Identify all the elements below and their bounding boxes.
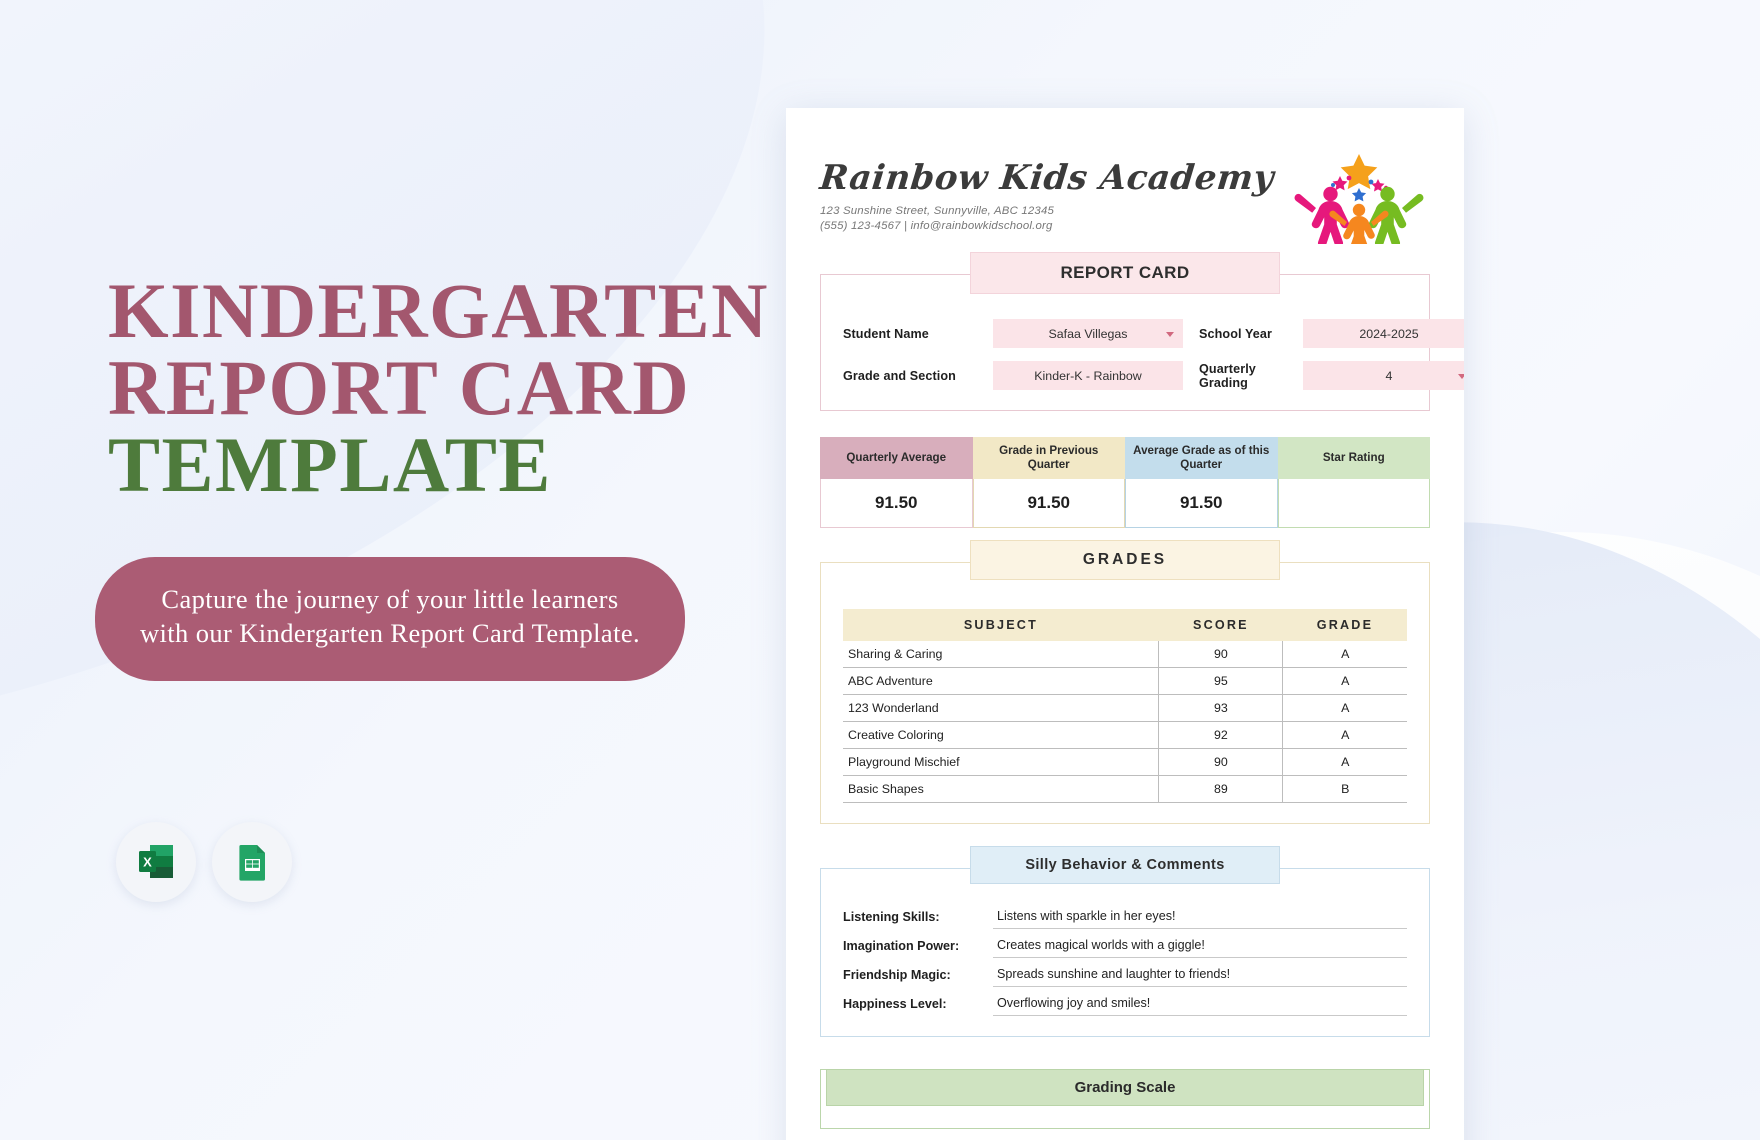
grade-letter-cell: A [1282,748,1407,776]
grade-letter-cell: A [1282,694,1407,722]
file-format-icons: X [116,822,292,902]
table-row[interactable]: ABC Adventure 95 A [843,667,1407,695]
student-info-grid: Student Name Safaa Villegas School Year … [843,319,1464,390]
behavior-section: Silly Behavior & Comments Listening Skil… [820,846,1430,1037]
grade-subject-cell: ABC Adventure [843,667,1159,695]
stats-header-4: Star Rating [1277,437,1430,479]
grades-table: SUBJECT SCORE GRADE Sharing & Caring 90 A A… [843,609,1407,803]
behavior-value[interactable]: Creates magical worlds with a giggle! [993,938,1407,958]
report-card-tab-label: REPORT CARD [970,252,1280,294]
grade-subject-cell: Creative Coloring [843,721,1159,749]
grades-header-score: SCORE [1158,609,1283,641]
table-row[interactable]: Sharing & Caring 90 A [843,641,1407,668]
grade-score-cell: 90 [1158,641,1283,668]
grade-score-cell: 89 [1158,775,1283,803]
school-year-field[interactable]: 2024-2025 [1303,319,1464,348]
behavior-label: Listening Skills: [843,910,940,924]
chevron-down-icon[interactable] [1458,373,1464,379]
grade-subject-cell: Sharing & Caring [843,641,1159,668]
student-name-field[interactable]: Safaa Villegas [993,319,1183,348]
behavior-row: Friendship Magic: Spreads sunshine and la… [843,967,1407,987]
stats-value-2[interactable]: 91.50 [972,479,1125,528]
grades-frame: SUBJECT SCORE GRADE Sharing & Caring 90 A A… [820,562,1430,824]
microsoft-excel-icon[interactable]: X [116,822,196,902]
behavior-label: Friendship Magic: [843,968,951,982]
grade-and-section-value: Kinder-K - Rainbow [1034,368,1142,383]
grades-tab-label: GRADES [970,540,1280,580]
grades-header-row: SUBJECT SCORE GRADE [843,609,1407,641]
school-name: Rainbow Kids Academy [817,158,1276,198]
grade-score-cell: 95 [1158,667,1283,695]
grade-and-section-label: Grade and Section [843,368,956,383]
behavior-frame: Listening Skills: Listens with sparkle in… [820,868,1430,1037]
title-line-1: KINDERGARTEN [108,267,770,354]
rainbow-kids-children-star-logo [1288,148,1430,255]
behavior-tab-label: Silly Behavior & Comments [970,846,1280,884]
page-canvas: KINDERGARTEN REPORT CARD TEMPLATE Captur… [0,0,1760,1140]
behavior-row: Imagination Power: Creates magical worlds… [843,938,1407,958]
tagline-pill: Capture the journey of your little learn… [95,557,685,681]
table-row[interactable]: Playground Mischief 90 A [843,748,1407,776]
grading-scale-tab-label: Grading Scale [826,1069,1424,1106]
behavior-value[interactable]: Spreads sunshine and laughter to friends… [993,967,1407,987]
grade-score-cell: 92 [1158,721,1283,749]
grade-letter-cell: B [1282,775,1407,803]
school-contact: (555) 123-4567 | info@rainbowkidschool.o… [820,220,1053,232]
behavior-label: Happiness Level: [843,997,947,1011]
google-sheets-icon[interactable] [212,822,292,902]
stats-header-1: Quarterly Average [820,437,973,479]
quarterly-grading-label: Quarterly Grading [1199,361,1256,390]
grading-scale-section: Grading Scale [820,1069,1430,1129]
behavior-label: Imagination Power: [843,939,960,953]
school-year-label: School Year [1199,326,1272,341]
letterhead: Rainbow Kids Academy 123 Sunshine Street… [817,144,1430,255]
grade-subject-cell: 123 Wonderland [843,694,1159,722]
report-card-document[interactable]: Rainbow Kids Academy 123 Sunshine Street… [786,108,1464,1140]
report-card-frame: Student Name Safaa Villegas School Year … [820,274,1464,411]
school-year-value: 2024-2025 [1359,326,1419,341]
school-address: 123 Sunshine Street, Sunnyville, ABC 123… [820,205,1055,217]
grades-header-grade: GRADE [1282,609,1407,641]
student-name-label: Student Name [843,326,929,341]
grades-section: GRADES SUBJECT SCORE GRADE Sharing & Car… [820,540,1430,824]
stats-header-2: Grade in Previous Quarter [972,437,1125,479]
quarterly-stats-table: Quarterly Average Grade in Previous Quart… [820,437,1430,528]
grade-subject-cell: Basic Shapes [843,775,1159,803]
grade-score-cell: 93 [1158,694,1283,722]
title-line-2: REPORT CARD [108,344,691,432]
table-row[interactable]: Creative Coloring 92 A [843,721,1407,749]
chevron-down-icon[interactable] [1166,331,1174,337]
quarterly-grading-field[interactable]: 4 [1303,361,1464,390]
stats-value-4[interactable] [1277,479,1430,528]
quarterly-grading-value: 4 [1385,368,1393,383]
stats-value-1[interactable]: 91.50 [820,479,973,528]
behavior-value[interactable]: Listens with sparkle in her eyes! [993,909,1407,929]
behavior-row: Happiness Level: Overflowing joy and smil… [843,996,1407,1016]
table-row[interactable]: 123 Wonderland 93 A [843,694,1407,722]
grade-letter-cell: A [1282,667,1407,695]
grade-letter-cell: A [1282,721,1407,749]
svg-text:X: X [143,855,152,870]
grade-subject-cell: Playground Mischief [843,748,1159,776]
student-name-value: Safaa Villegas [1048,326,1128,341]
stats-header-3: Average Grade as of this Quarter [1125,437,1278,479]
grade-letter-cell: A [1282,641,1407,668]
grade-and-section-field[interactable]: Kinder-K - Rainbow [993,361,1183,390]
promo-panel: KINDERGARTEN REPORT CARD TEMPLATE Captur… [0,0,790,1140]
behavior-value[interactable]: Overflowing joy and smiles! [993,996,1407,1016]
behavior-row: Listening Skills: Listens with sparkle in… [843,909,1407,929]
grades-header-subject: SUBJECT [843,609,1159,641]
grade-score-cell: 90 [1158,748,1283,776]
page-title: KINDERGARTEN REPORT CARD TEMPLATE [108,267,770,509]
report-card-section: REPORT CARD Student Name Safaa Villegas … [820,252,1464,411]
title-line-3: TEMPLATE [108,421,552,509]
table-row[interactable]: Basic Shapes 89 B [843,775,1407,803]
stats-value-3[interactable]: 91.50 [1125,479,1278,528]
